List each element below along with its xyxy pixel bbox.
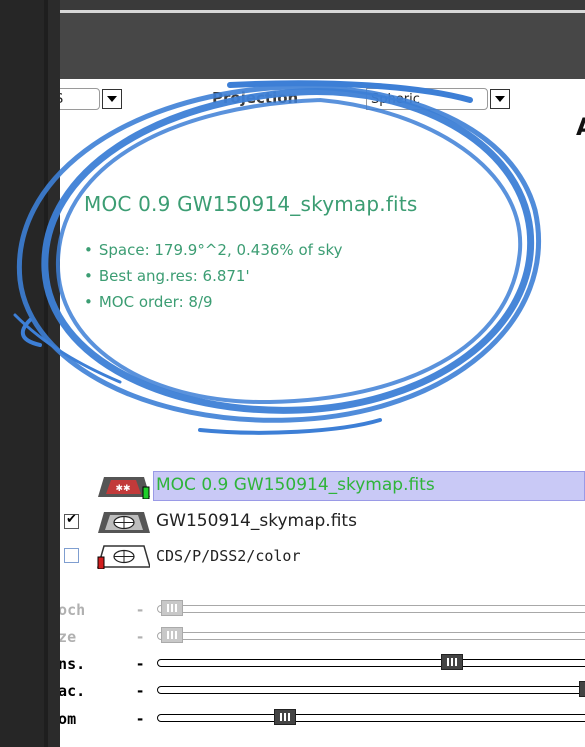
frame-select[interactable]: S bbox=[60, 88, 100, 110]
layer-label: GW150914_skymap.fits bbox=[156, 511, 357, 531]
layer-visibility-checkbox[interactable] bbox=[64, 512, 79, 529]
slider-dash: - bbox=[137, 628, 144, 646]
slider-track[interactable] bbox=[157, 714, 585, 722]
moc-info-list: Space: 179.9°^2, 0.436% of sky Best ang.… bbox=[84, 237, 343, 315]
slider-dash: - bbox=[137, 655, 144, 673]
moc-info-space: Space: 179.9°^2, 0.436% of sky bbox=[84, 237, 343, 263]
slider-label: dens. bbox=[60, 655, 86, 673]
slider-thumb[interactable] bbox=[161, 600, 183, 616]
projection-dropdown-button[interactable] bbox=[490, 89, 510, 109]
frame-dropdown-button[interactable] bbox=[102, 89, 122, 109]
layer-visibility-checkbox[interactable] bbox=[64, 548, 79, 563]
slider-dash: - bbox=[137, 710, 144, 728]
header-bar bbox=[60, 13, 585, 79]
moc-title: MOC 0.9 GW150914_skymap.fits bbox=[84, 192, 418, 216]
svg-text:✱✱: ✱✱ bbox=[115, 484, 130, 494]
layer-row-dss2[interactable]: CDS/P/DSS2/color bbox=[60, 541, 585, 569]
slider-label: zoom bbox=[60, 710, 77, 728]
slider-label: epoch bbox=[60, 601, 86, 619]
slider-row-size: size - bbox=[60, 626, 585, 648]
projection-select-value: Spheric bbox=[371, 92, 420, 107]
aladin-panel: S Projection Spheric A MOC 0.9 GW150914_… bbox=[60, 79, 585, 747]
slider-thumb[interactable] bbox=[441, 654, 464, 670]
slider-thumb[interactable] bbox=[273, 709, 296, 725]
slider-track[interactable] bbox=[157, 605, 585, 613]
moc-layer-icon: ✱✱ bbox=[98, 477, 150, 499]
slider-thumb[interactable] bbox=[161, 627, 183, 643]
layer-row-skymap[interactable]: GW150914_skymap.fits bbox=[60, 507, 585, 535]
layer-label: MOC 0.9 GW150914_skymap.fits bbox=[156, 475, 435, 495]
survey-layer-icon bbox=[97, 545, 150, 569]
top-strip bbox=[60, 0, 585, 10]
slider-track[interactable] bbox=[157, 632, 585, 640]
projection-label: Projection bbox=[212, 89, 299, 107]
slider-row-epoch: epoch - bbox=[60, 599, 585, 621]
slider-track[interactable] bbox=[157, 686, 585, 694]
moc-info-resolution: Best ang.res: 6.871' bbox=[84, 263, 343, 289]
projection-select[interactable]: Spheric bbox=[366, 88, 488, 110]
slider-thumb[interactable] bbox=[579, 681, 585, 697]
moc-info-order: MOC order: 8/9 bbox=[84, 289, 343, 315]
slider-row-opac: opac. - bbox=[60, 680, 585, 702]
slider-track[interactable] bbox=[157, 659, 585, 667]
truncated-label: A bbox=[576, 113, 585, 141]
left-edge bbox=[44, 0, 48, 747]
layer-label: CDS/P/DSS2/color bbox=[156, 547, 301, 565]
slider-row-dens: dens. - bbox=[60, 653, 585, 675]
frame-select-value: S bbox=[60, 92, 63, 107]
survey-layer-icon bbox=[98, 512, 150, 533]
slider-dash: - bbox=[137, 601, 144, 619]
left-border bbox=[0, 0, 48, 747]
slider-dash: - bbox=[137, 682, 144, 700]
slider-row-zoom: zoom - bbox=[60, 708, 585, 730]
layer-row-moc[interactable]: ✱✱ MOC 0.9 GW150914_skymap.fits bbox=[60, 471, 585, 501]
slider-label: opac. bbox=[60, 682, 86, 700]
slider-label: size bbox=[60, 628, 77, 646]
